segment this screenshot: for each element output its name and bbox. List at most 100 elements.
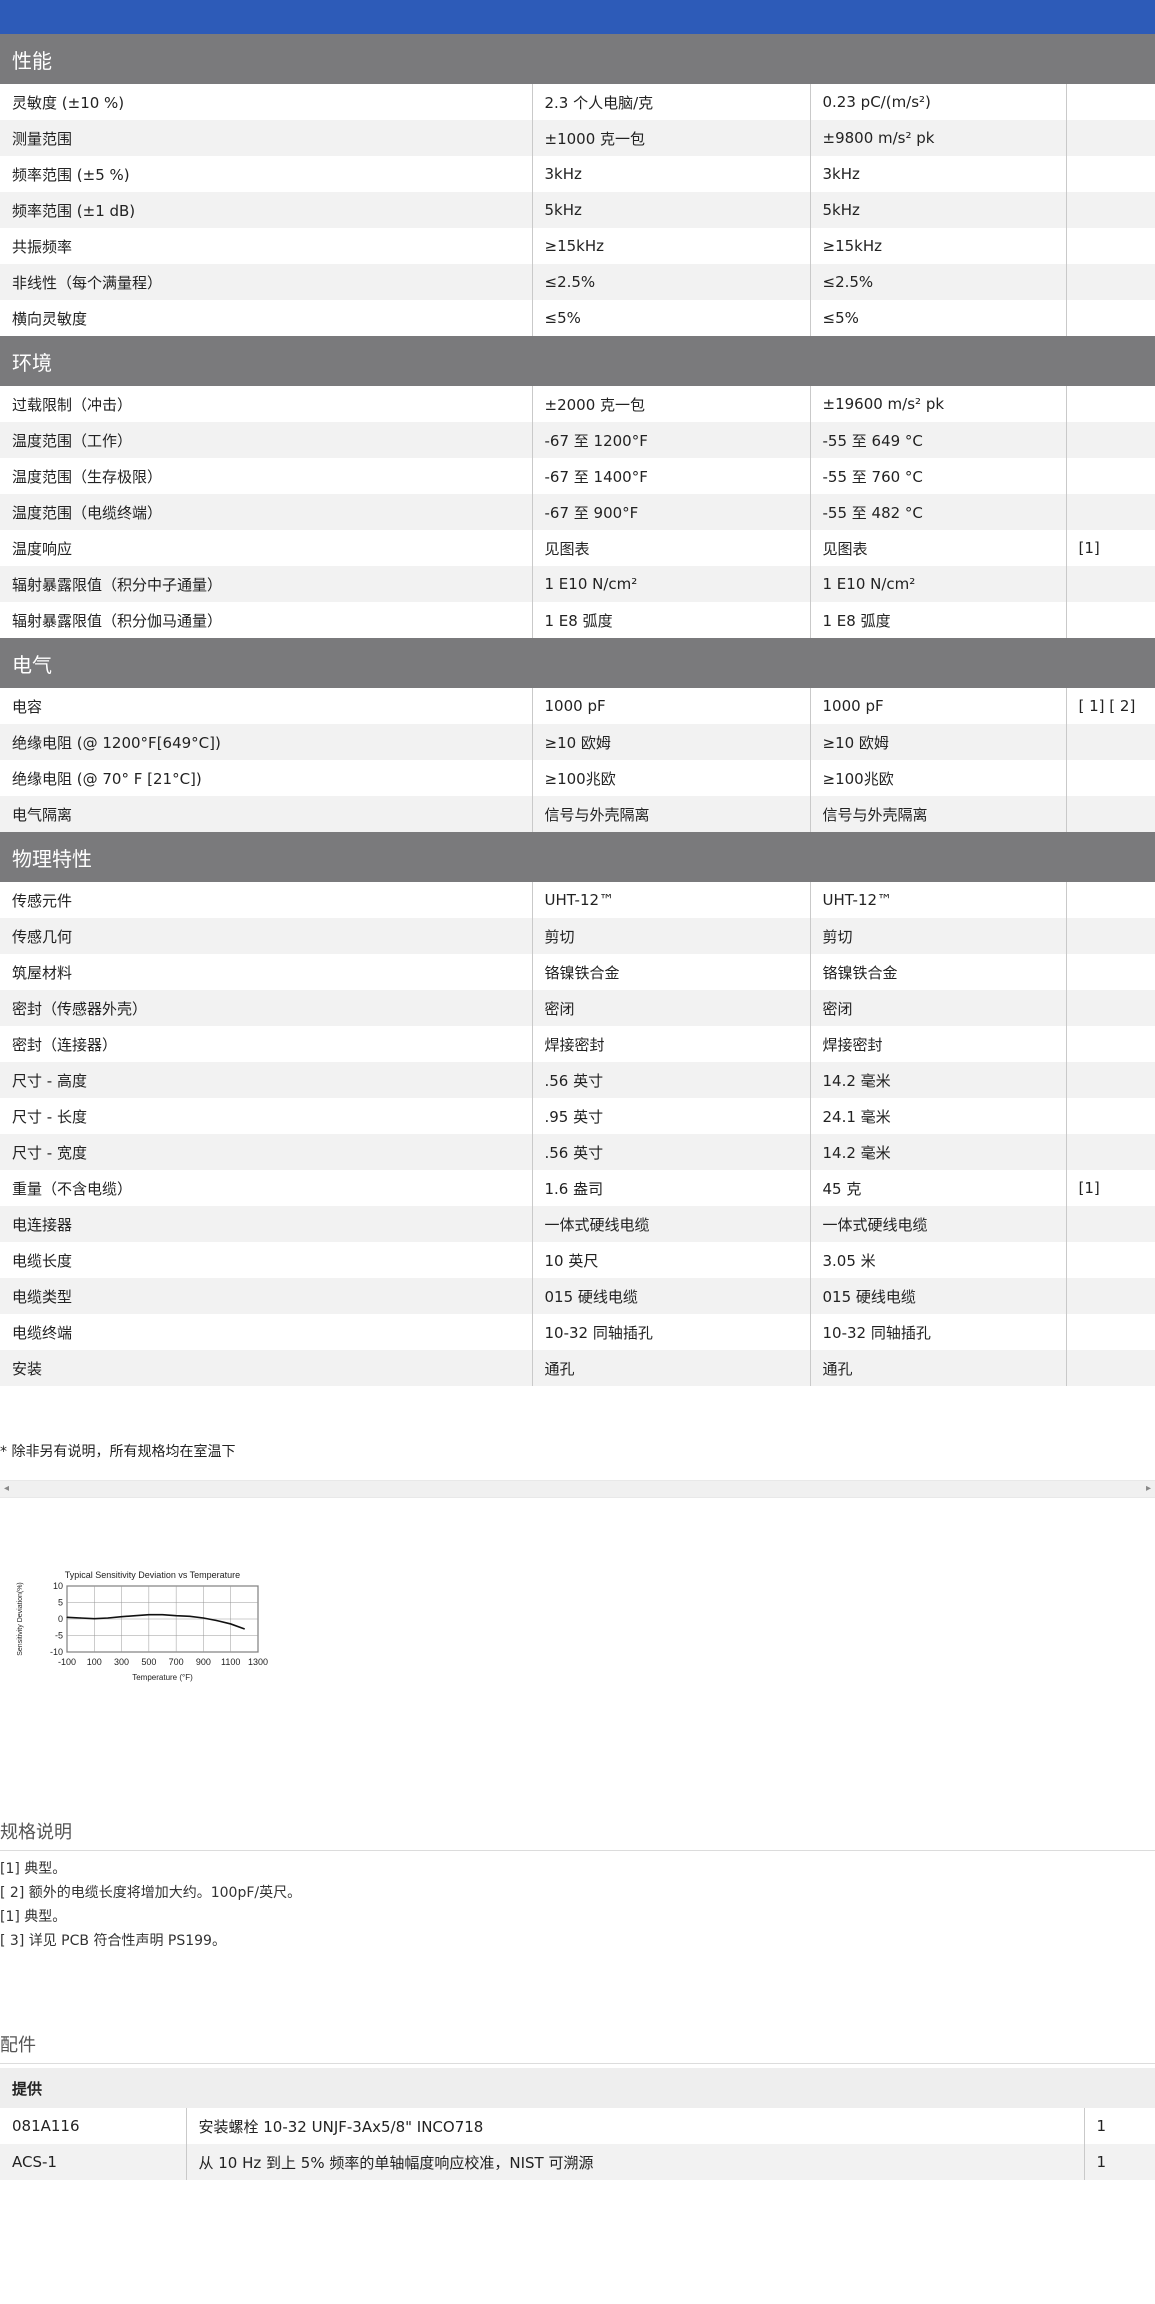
spec-label: 频率范围 (±1 dB) <box>0 192 533 228</box>
spec-value-imperial: 3kHz <box>532 156 811 192</box>
spec-value-imperial: .56 英寸 <box>532 1062 811 1098</box>
accessory-model: ACS-1 <box>0 2144 187 2180</box>
spec-row: 灵敏度 (±10 %) 2.3 个人电脑/克 0.23 pC/(m/s²) <box>0 84 1155 120</box>
spec-note-ref <box>1066 954 1155 990</box>
spec-value-metric: 24.1 毫米 <box>810 1098 1067 1134</box>
spec-note-ref <box>1066 918 1155 954</box>
spec-value-metric: 通孔 <box>810 1350 1067 1386</box>
spec-value-metric: -55 至 649 °C <box>810 422 1067 458</box>
chart-x-tick-label: 500 <box>141 1657 156 1667</box>
spec-label: 温度响应 <box>0 530 533 566</box>
horizontal-scrollbar[interactable]: ◂ ▸ <box>0 1480 1155 1498</box>
spec-row: 安装 通孔 通孔 <box>0 1350 1155 1386</box>
spec-row: 频率范围 (±1 dB) 5kHz 5kHz <box>0 192 1155 228</box>
spec-value-metric: -55 至 760 °C <box>810 458 1067 494</box>
chart-x-tick-label: 1100 <box>221 1657 240 1667</box>
section-header: 物理特性 <box>0 832 1155 882</box>
spec-row: 电气隔离 信号与外壳隔离 信号与外壳隔离 <box>0 796 1155 832</box>
spec-value-imperial: .56 英寸 <box>532 1134 811 1170</box>
chart-y-axis-label: Sensitivity Deviation(%) <box>17 1582 24 1656</box>
spec-value-imperial: 015 硬线电缆 <box>532 1278 811 1314</box>
spec-label: 传感几何 <box>0 918 533 954</box>
spec-label: 辐射暴露限值（积分伽马通量） <box>0 602 533 638</box>
spec-value-imperial: 10 英尺 <box>532 1242 811 1278</box>
chart-x-tick-label: 300 <box>114 1657 129 1667</box>
chart-data-point <box>107 1617 109 1619</box>
chart-data-point <box>189 1615 191 1617</box>
spec-row: 密封（传感器外壳） 密闭 密闭 <box>0 990 1155 1026</box>
spec-note-ref <box>1066 120 1155 156</box>
chart-y-tick-label: 0 <box>58 1614 63 1624</box>
chart-x-tick-label: -100 <box>58 1657 76 1667</box>
spec-label: 尺寸 - 长度 <box>0 1098 533 1134</box>
spec-value-imperial: ≥10 欧姆 <box>532 724 811 760</box>
spec-label: 电缆长度 <box>0 1242 533 1278</box>
accessory-description: 安装螺栓 10-32 UNJF-3Ax5/8" INCO718 <box>186 2108 1085 2144</box>
spec-note-ref <box>1066 724 1155 760</box>
spec-row: 绝缘电阻 (@ 1200°F[649°C]) ≥10 欧姆 ≥10 欧姆 <box>0 724 1155 760</box>
spec-note-line: [1] 典型。 <box>0 1909 67 1925</box>
spec-note-ref: [1] <box>1078 539 1100 557</box>
chart-x-axis-label: Temperature (°F) <box>132 1673 193 1682</box>
spec-value-metric: 10-32 同轴插孔 <box>810 1314 1067 1350</box>
spec-value-imperial: 通孔 <box>532 1350 811 1386</box>
spec-label: 电气隔离 <box>0 796 533 832</box>
spec-row: 电缆类型 015 硬线电缆 015 硬线电缆 <box>0 1278 1155 1314</box>
accessory-description: 从 10 Hz 到上 5% 频率的单轴幅度响应校准，NIST 可溯源 <box>186 2144 1085 2180</box>
spec-row: 密封（连接器） 焊接密封 焊接密封 <box>0 1026 1155 1062</box>
spec-value-imperial: ≥15kHz <box>532 228 811 264</box>
spec-value-metric: 3.05 米 <box>810 1242 1067 1278</box>
spec-note-ref <box>1066 84 1155 120</box>
section-header: 环境 <box>0 336 1155 386</box>
spec-row: 温度范围（生存极限） -67 至 1400°F -55 至 760 °C <box>0 458 1155 494</box>
spec-value-imperial: ±2000 克一包 <box>532 386 811 422</box>
spec-note-ref <box>1066 1098 1155 1134</box>
spec-value-metric: 3kHz <box>810 156 1067 192</box>
chart-y-tick-label: 5 <box>58 1598 63 1608</box>
spec-row: 频率范围 (±5 %) 3kHz 3kHz <box>0 156 1155 192</box>
chart-data-point <box>148 1614 150 1616</box>
spec-value-metric: 一体式硬线电缆 <box>810 1206 1067 1242</box>
section-header: 电气 <box>0 638 1155 688</box>
spec-row: 传感几何 剪切 剪切 <box>0 918 1155 954</box>
spec-note-ref: [1] <box>1066 1170 1155 1206</box>
spec-label: 温度范围（电缆终端） <box>0 494 533 530</box>
spec-value-imperial: -67 至 1400°F <box>532 458 811 494</box>
accessory-quantity: 1 <box>1096 2117 1107 2135</box>
spec-note-ref <box>1066 1062 1155 1098</box>
chart-svg: -100 100 300 500 700 900 1100 1300 10 5 0 -5 -10 Typi… <box>17 1570 268 1682</box>
spec-value-metric: ≤5% <box>810 300 1067 336</box>
spec-row: 电容 1000 pF 1000 pF[ 1] [ 2] <box>0 688 1155 724</box>
spec-value-metric: 剪切 <box>810 918 1067 954</box>
spec-note-ref <box>1066 1206 1155 1242</box>
spec-row: 测量范围 ±1000 克一包 ±9800 m/s² pk <box>0 120 1155 156</box>
chart-data-point <box>80 1617 82 1619</box>
section-title: 物理特性 <box>0 832 1155 882</box>
spec-row: 温度响应 见图表 见图表 [1] <box>0 530 1155 566</box>
spec-note-ref <box>1066 1314 1155 1350</box>
spec-row: 尺寸 - 长度 .95 英寸 24.1 毫米 <box>0 1098 1155 1134</box>
spec-note-ref <box>1066 1242 1155 1278</box>
accessories-heading: 配件 <box>0 2031 1155 2064</box>
spec-label: 温度范围（工作） <box>0 422 533 458</box>
spec-row: 共振频率 ≥15kHz ≥15kHz <box>0 228 1155 264</box>
spec-row: 电连接器 一体式硬线电缆 一体式硬线电缆 <box>0 1206 1155 1242</box>
spec-value-metric: 14.2 毫米 <box>810 1134 1067 1170</box>
spec-row: 温度范围（电缆终端） -67 至 900°F -55 至 482 °C <box>0 494 1155 530</box>
chart-data-point <box>175 1615 177 1617</box>
scroll-right-icon[interactable]: ▸ <box>1146 1481 1151 1497</box>
spec-value-metric: 信号与外壳隔离 <box>810 796 1067 832</box>
spec-label: 过载限制（冲击） <box>0 386 533 422</box>
spec-value-metric: ±19600 m/s² pk <box>810 386 1067 422</box>
spec-label: 电容 <box>0 688 533 724</box>
accessories-header-label: 提供 <box>0 2068 1155 2108</box>
accessories-section: 配件 提供 081A116 安装螺栓 10-32 UNJF-3Ax5/8" INC… <box>0 2031 1155 2180</box>
spec-value-metric: 1 E8 弧度 <box>810 602 1067 638</box>
spec-value-imperial: ≤5% <box>532 300 811 336</box>
chart-y-tick-label: -5 <box>55 1631 63 1641</box>
spec-label: 密封（连接器） <box>0 1026 533 1062</box>
scroll-left-icon[interactable]: ◂ <box>4 1481 9 1497</box>
spec-label: 密封（传感器外壳） <box>0 990 533 1026</box>
spec-value-metric: 铬镍铁合金 <box>810 954 1067 990</box>
spec-note-line: [ 3] 详见 PCB 符合性声明 PS199。 <box>0 1933 226 1949</box>
